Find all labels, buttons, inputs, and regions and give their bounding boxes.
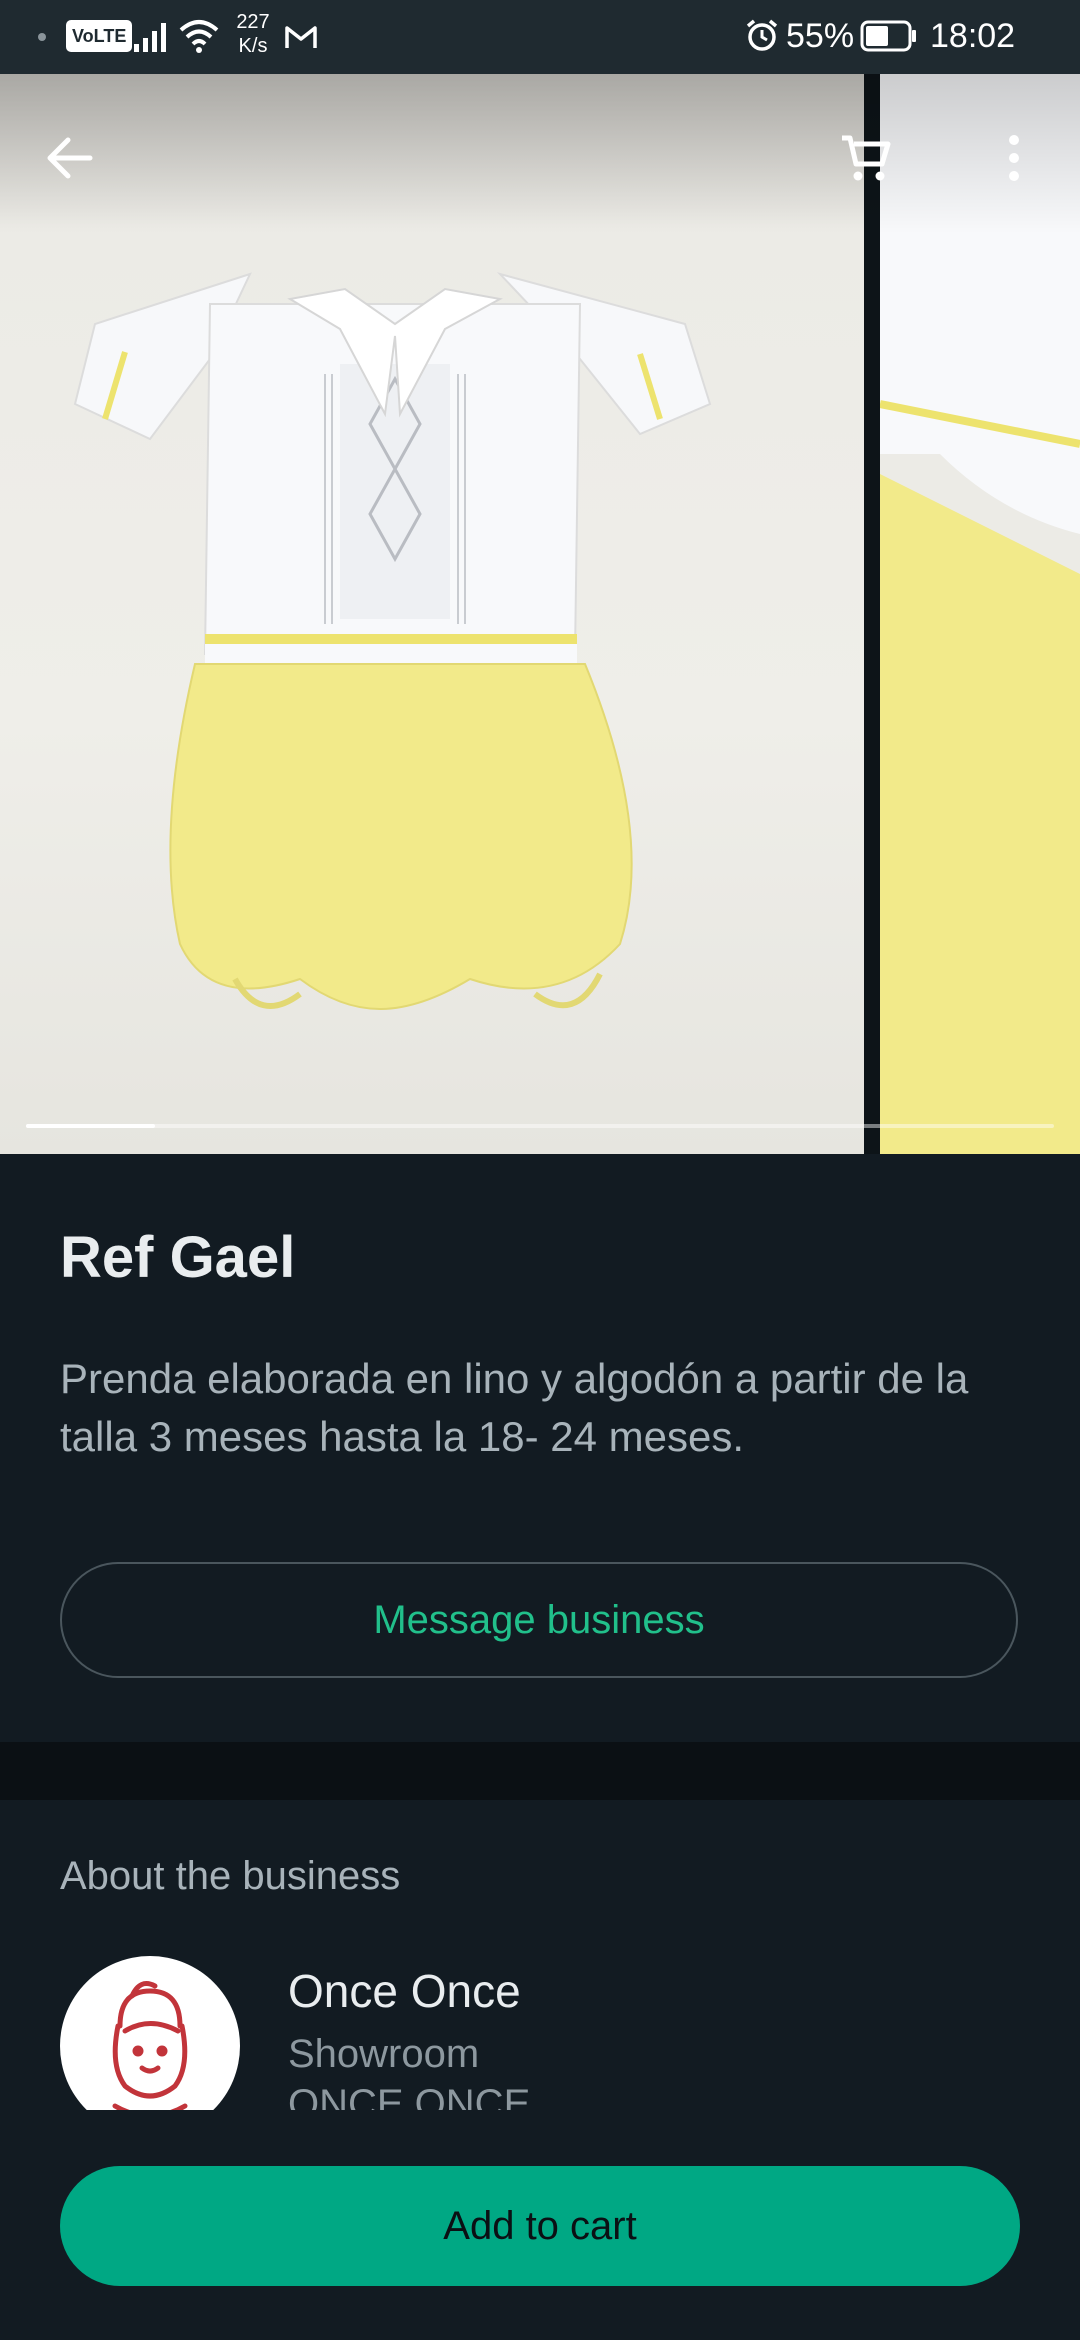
back-button[interactable] — [30, 118, 110, 198]
section-divider — [0, 1742, 1080, 1800]
alarm-icon — [746, 19, 778, 51]
add-to-cart-button[interactable]: Add to cart — [60, 2166, 1020, 2286]
gallery-progress-fill — [26, 1124, 155, 1128]
about-heading: About the business — [60, 1854, 401, 1898]
bottom-action-bar: Add to cart — [0, 2110, 1080, 2340]
business-logo-icon — [112, 1981, 188, 2110]
about-business-section: About the business Once Once Showroom ON… — [0, 1800, 1080, 2110]
business-name[interactable]: Once Once — [288, 1964, 521, 2018]
signal-icon — [134, 23, 166, 52]
business-description: ONCE ONCE — [288, 2082, 531, 2110]
romper-illustration — [73, 272, 712, 1011]
business-avatar[interactable] — [60, 1956, 240, 2110]
product-image-gallery[interactable] — [0, 74, 1080, 1154]
notification-dot — [38, 33, 46, 41]
product-photo-next[interactable] — [880, 74, 1080, 1154]
top-scrim — [0, 74, 1080, 234]
product-description: Prenda elaborada en lino y algodón a par… — [60, 1355, 969, 1460]
message-business-button[interactable]: Message business — [60, 1562, 1018, 1678]
volte-badge: VoLTE — [66, 20, 133, 52]
gallery-progress-track — [26, 1124, 1054, 1128]
network-speed-value: 227 — [236, 11, 270, 33]
more-options-button[interactable] — [974, 118, 1054, 198]
product-photo-romper[interactable] — [0, 74, 864, 1154]
network-speed-unit: K/s — [238, 35, 268, 57]
arrow-left-icon — [47, 137, 93, 179]
cart-button[interactable] — [826, 118, 906, 198]
wifi-icon — [179, 20, 219, 53]
battery-percent: 55% — [786, 17, 855, 55]
product-title: Ref Gael — [60, 1225, 296, 1290]
battery-icon — [860, 20, 916, 52]
status-bar: VoLTE 227 K/s 55% 18:02 — [0, 0, 1080, 74]
more-vertical-icon — [1009, 135, 1019, 181]
clock: 18:02 — [930, 17, 1016, 55]
cart-icon — [842, 135, 891, 181]
network-speed: 227 K/s — [228, 10, 278, 58]
romper-closeup-illustration — [880, 74, 1080, 1154]
gmail-icon — [285, 26, 317, 48]
business-category: Showroom — [288, 2032, 480, 2076]
product-info-section: Ref Gael Prenda elaborada en lino y algo… — [0, 1154, 1080, 1742]
